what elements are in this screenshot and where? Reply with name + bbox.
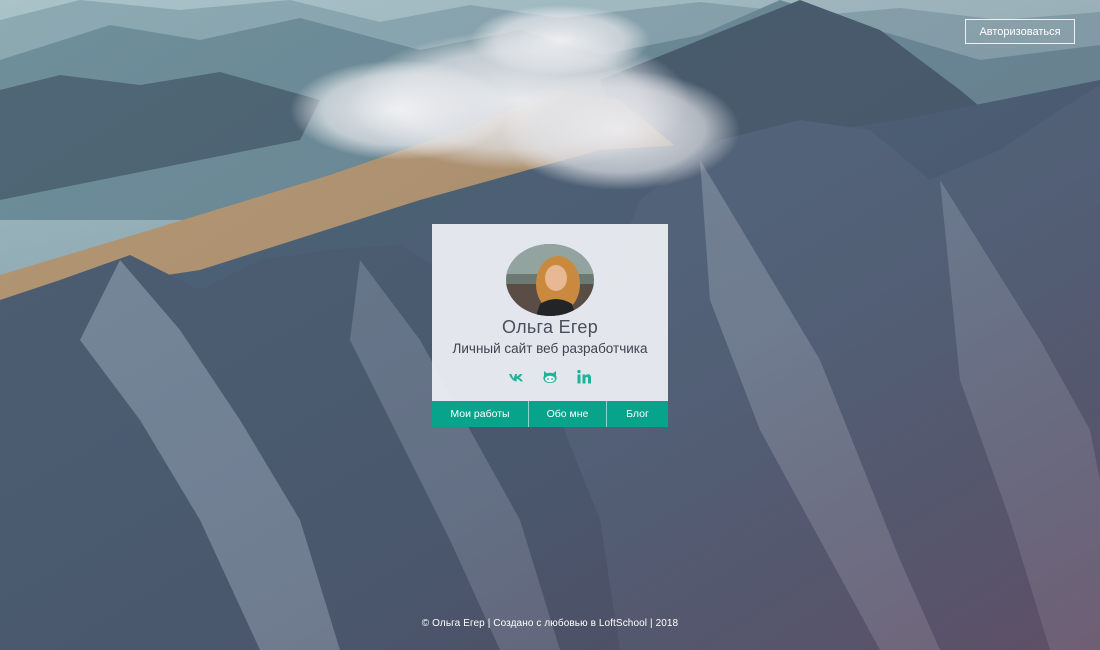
github-icon[interactable]	[542, 369, 558, 385]
nav-about-me[interactable]: Обо мне	[528, 401, 606, 427]
nav-blog[interactable]: Блог	[606, 401, 668, 427]
main-nav: Мои работы Обо мне Блог	[432, 401, 668, 427]
social-links	[432, 369, 668, 385]
vk-icon[interactable]	[508, 369, 524, 385]
profile-subtitle: Личный сайт веб разработчика	[452, 341, 648, 356]
avatar	[506, 244, 594, 316]
auth-button[interactable]: Авторизоваться	[965, 19, 1075, 44]
linkedin-icon[interactable]	[576, 369, 592, 385]
footer-copyright: © Ольга Егер | Создано с любовью в LoftS…	[421, 618, 679, 629]
profile-name: Ольга Егер	[501, 317, 599, 337]
nav-my-works[interactable]: Мои работы	[432, 401, 528, 427]
profile-card: Ольга Егер Личный сайт веб разработчика …	[432, 224, 668, 427]
